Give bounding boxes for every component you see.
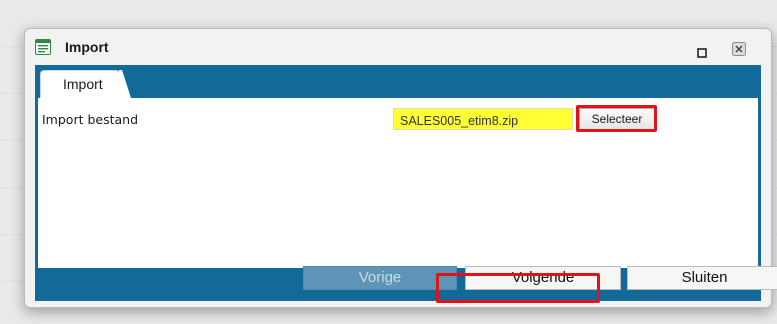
- close-icon[interactable]: [732, 41, 746, 56]
- form-icon: [35, 39, 51, 55]
- maximize-icon[interactable]: [697, 43, 707, 58]
- next-button[interactable]: Volgende: [465, 266, 621, 290]
- tab-edge: [119, 70, 131, 98]
- import-file-label: Import bestand: [42, 112, 139, 127]
- dialog-titlebar[interactable]: Import: [25, 29, 771, 65]
- previous-button[interactable]: Vorige: [303, 266, 457, 290]
- tab-import-label: Import: [63, 76, 103, 92]
- close-button[interactable]: Sluiten: [627, 266, 777, 290]
- select-file-button[interactable]: Selecteer: [579, 108, 655, 130]
- import-dialog: Import Import Import bestand SALES005_et…: [24, 28, 777, 308]
- dialog-title: Import: [65, 39, 109, 55]
- import-panel: Import bestand SALES005_etim8.zip Select…: [38, 98, 758, 268]
- tab-import[interactable]: Import: [40, 70, 120, 98]
- import-file-field[interactable]: SALES005_etim8.zip: [393, 108, 573, 130]
